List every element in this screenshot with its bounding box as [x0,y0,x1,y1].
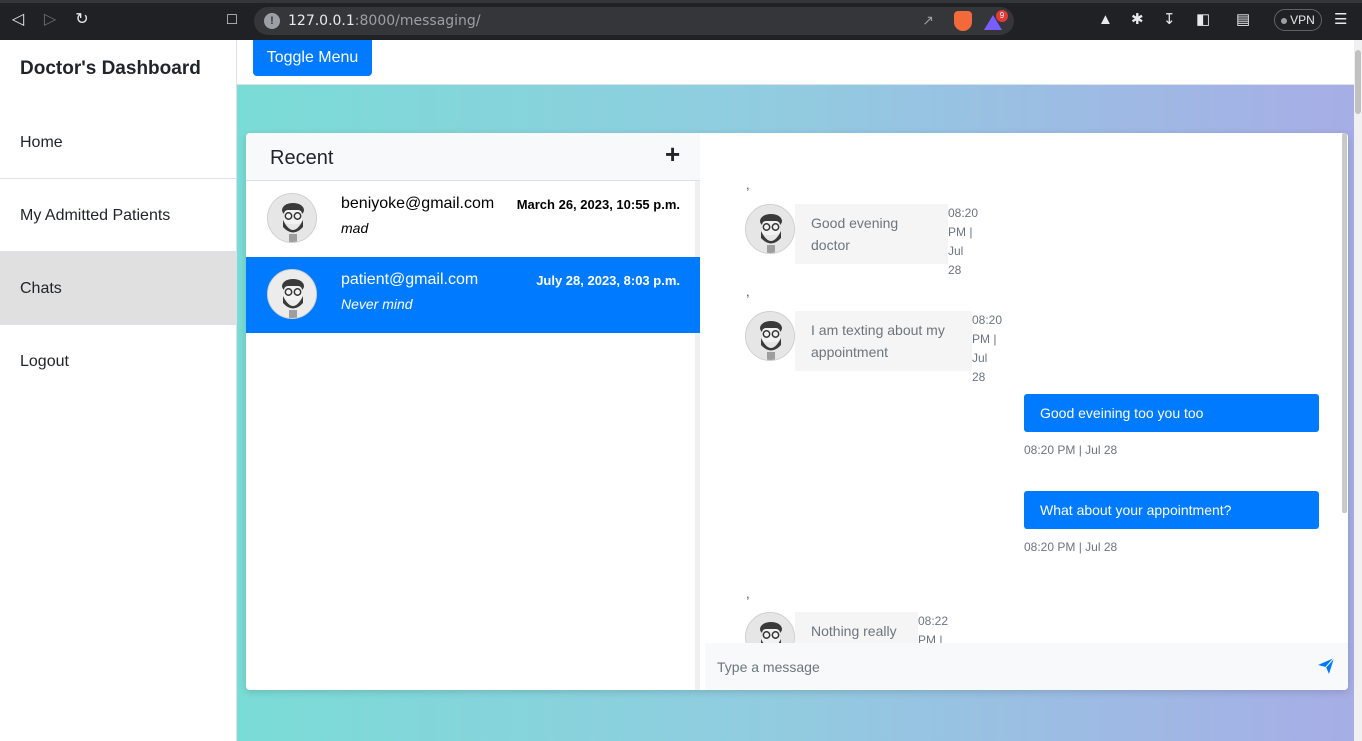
bookmark-icon[interactable]: □ [222,10,242,30]
avatar [267,193,317,243]
conversation-date: July 28, 2023, 8:03 p.m. [536,273,680,288]
sender-mark: , [746,177,750,192]
conversation-email: patient@gmail.com [341,271,479,288]
message-time: 08:20 PM | Jul 28 [972,311,1002,387]
conversation-email: beniyoke@gmail.com [341,195,495,212]
sidebar: Doctor's Dashboard Home My Admitted Pati… [0,40,237,741]
recent-header: Recent + [246,133,700,181]
sidebar-item-home[interactable]: Home [0,106,236,179]
avatar-illustration [746,312,794,360]
message-text-line: Good evening [811,215,899,231]
page-scrollbar-thumb[interactable] [1355,50,1361,114]
avatar [745,311,795,361]
conversation-list-pane: Recent + beniyoke@gmail.com March 26, 20… [246,133,700,690]
address-bar[interactable]: ! 127.0.0.1:8000/messaging/ ↗ 9 [254,7,1014,35]
avatar-illustration [746,613,794,643]
message-bubble: Good evening doctor [795,204,948,264]
message-time: 08:20 PM | Jul 28 [948,204,978,280]
avatar-illustration [746,205,794,253]
paper-plane-icon[interactable] [1317,657,1335,680]
avatar [267,269,317,319]
url-path: :8000/messaging/ [354,13,481,29]
message-time-line: 28 [948,263,962,277]
wallet-icon[interactable]: ▤ [1236,11,1250,29]
url-text[interactable]: 127.0.0.1:8000/messaging/ [288,13,481,29]
menu-icon[interactable]: ☰ [1334,11,1347,29]
message-time-line: 08:20 PM | Jul [948,206,979,258]
message-time: 08:20 PM | Jul 28 [1024,540,1118,554]
message-text-line: I am texting about my [811,322,945,338]
sidebar-title: Doctor's Dashboard [20,58,201,79]
back-icon[interactable]: ◁ [8,10,28,30]
recent-title: Recent [270,147,334,169]
download-icon[interactable]: ↧ [1163,11,1176,29]
vpn-button[interactable]: VPN [1274,9,1322,31]
message-history[interactable]: , Good evening doctor 08:20 PM | Jul 28 … [705,133,1348,643]
extension-mountain-icon[interactable]: ▲ [1098,11,1113,29]
message-time: 08:20 PM | Jul 28 [1024,443,1118,457]
message-bubble: Nothing really [795,612,918,643]
message-composer [705,643,1348,690]
sender-mark: , [746,284,750,299]
sidebar-toggle-icon[interactable]: ◧ [1196,11,1210,29]
avatar-illustration [268,194,316,242]
site-info-icon[interactable]: ! [264,13,280,29]
vpn-status-dot [1281,17,1288,24]
sender-mark: , [746,586,750,601]
vpn-label: VPN [1290,13,1315,27]
toggle-menu-button[interactable]: Toggle Menu [253,40,372,76]
conversation-last-message: mad [341,220,369,236]
top-navbar: Toggle Menu [237,40,1362,85]
message-time-line: Jul 28 [972,351,988,384]
page-scrollbar[interactable] [1354,40,1362,741]
outgoing-message-bubble: What about your appointment? [1024,491,1319,529]
browser-toolbar: ◁ ▷ ↻ □ ! 127.0.0.1:8000/messaging/ ↗ 9 … [0,0,1362,40]
avatar-illustration [268,270,316,318]
share-icon[interactable]: ↗ [922,12,934,29]
conversation-last-message: Never mind [341,296,413,312]
sidebar-item-admitted-patients[interactable]: My Admitted Patients [0,179,236,252]
message-scrollbar[interactable] [1342,133,1347,513]
sidebar-item-chats[interactable]: Chats [0,252,236,325]
message-text-line: appointment [811,344,889,360]
forward-icon[interactable]: ▷ [40,10,60,30]
message-time: 08:22 PM | Jul 28 [918,614,949,643]
chat-card: Recent + beniyoke@gmail.com March 26, 20… [246,133,1348,690]
brave-rewards-icon[interactable]: 9 [984,10,1008,31]
rewards-badge: 9 [996,10,1008,22]
conversation-date: March 26, 2023, 10:55 p.m. [516,197,680,212]
avatar [745,612,795,643]
outgoing-message-bubble: Good eveining too you too [1024,394,1319,432]
message-input[interactable] [717,655,1297,679]
conversation-item-active[interactable]: patient@gmail.com July 28, 2023, 8:03 p.… [246,257,700,333]
message-text-line: doctor [811,237,850,253]
message-bubble: I am texting about my appointment [795,311,972,371]
sidebar-item-logout[interactable]: Logout [0,325,236,398]
conversation-item[interactable]: beniyoke@gmail.com March 26, 2023, 10:55… [246,181,700,257]
tab-strip [0,0,1362,3]
reload-icon[interactable]: ↻ [72,10,92,30]
avatar [745,204,795,254]
plus-icon[interactable]: + [665,139,680,170]
extensions-puzzle-icon[interactable]: ✱ [1131,11,1144,29]
url-host: 127.0.0.1 [288,13,355,29]
message-time-line: 08:20 PM | [972,313,1003,346]
send-glyph [1318,657,1335,674]
brave-shields-icon[interactable] [954,11,972,31]
message-text-line: Nothing really [811,623,897,639]
